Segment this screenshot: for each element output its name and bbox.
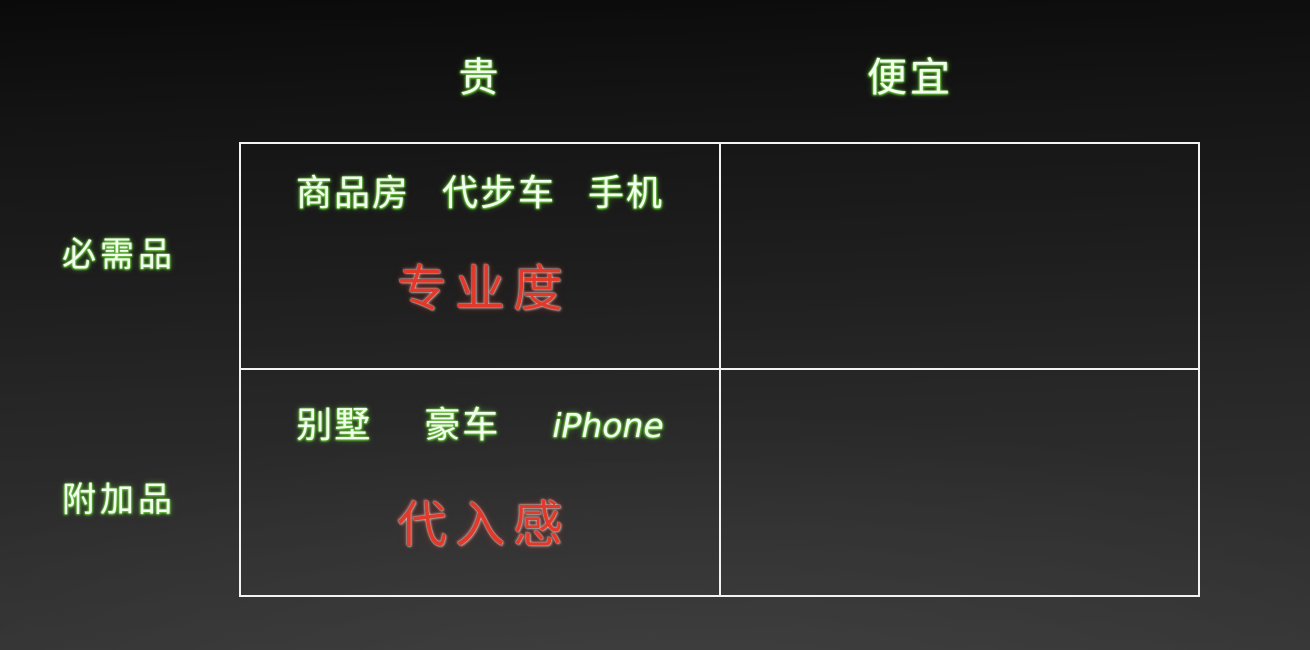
cell-emphasis-label: 代入感 (397, 496, 571, 554)
cell-item: 商品房 (295, 173, 410, 214)
row-header-necessity: 必需品 (62, 235, 176, 275)
cell-item-list: 商品房 代步车 手机 (241, 176, 719, 212)
chalkboard-matrix-slide: 贵 便宜 必需品 附加品 商品房 代步车 手机 专业度 别墅 豪车 iPhone… (0, 0, 1310, 650)
cell-item-list: 别墅 豪车 iPhone (241, 408, 719, 444)
two-by-two-matrix: 商品房 代步车 手机 专业度 别墅 豪车 iPhone 代入感 (239, 142, 1200, 597)
cell-item: 豪车 (424, 405, 501, 446)
matrix-cell-addon-cheap (721, 370, 1198, 595)
matrix-cell-necessity-cheap (721, 144, 1198, 370)
cell-item: 代步车 (441, 173, 556, 214)
matrix-cell-necessity-expensive: 商品房 代步车 手机 专业度 (241, 144, 721, 370)
column-header-cheap: 便宜 (867, 55, 953, 101)
cell-item: 手机 (588, 173, 665, 214)
cell-item: 别墅 (296, 405, 373, 446)
cell-item: iPhone (552, 406, 664, 445)
row-header-addon: 附加品 (62, 480, 176, 520)
cell-emphasis-label: 专业度 (397, 260, 571, 318)
matrix-cell-addon-expensive: 别墅 豪车 iPhone 代入感 (241, 370, 721, 595)
